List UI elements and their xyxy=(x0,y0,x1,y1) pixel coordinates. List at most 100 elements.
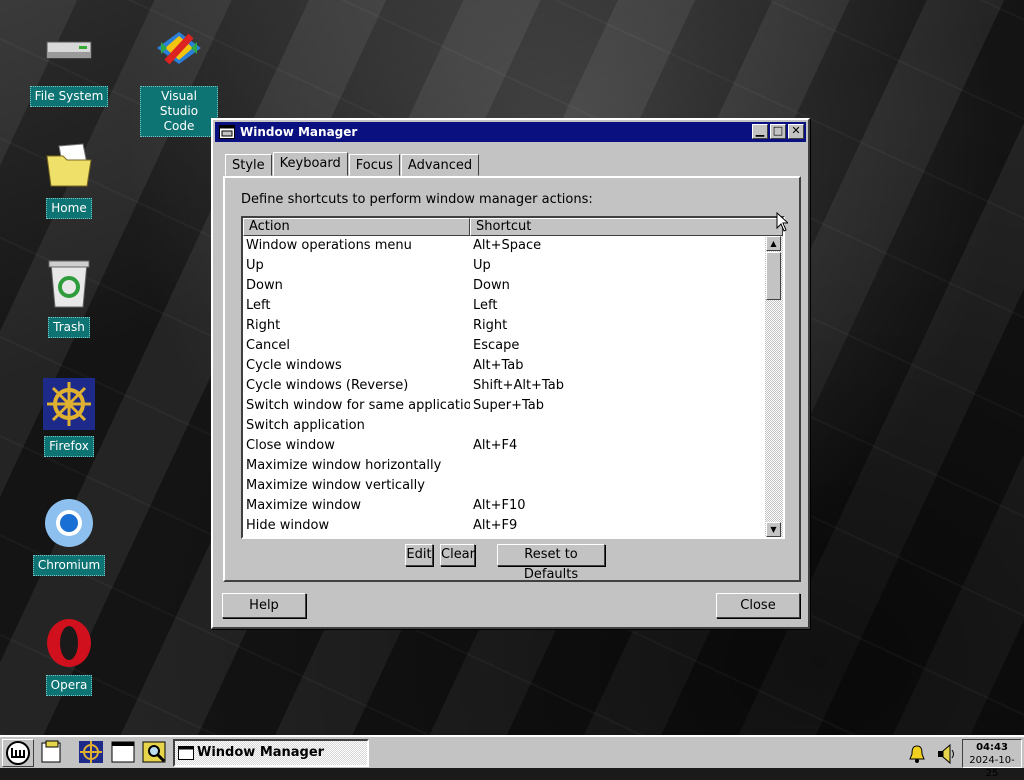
shortcut-cell: Left xyxy=(473,298,498,313)
shortcut-cell: Alt+Space xyxy=(473,238,542,253)
arrow-up-icon: ▲ xyxy=(770,239,777,248)
action-cell: Cycle windows xyxy=(246,358,342,373)
table-row[interactable]: Cancel Escape xyxy=(243,336,765,356)
start-menu-button[interactable] xyxy=(2,739,34,767)
desktop-icon-trash[interactable]: Trash xyxy=(24,259,114,338)
vscode-icon xyxy=(153,28,205,80)
chromium-icon xyxy=(43,497,95,549)
column-header-action[interactable]: Action xyxy=(243,218,470,236)
table-row[interactable]: Cycle windows Alt+Tab xyxy=(243,356,765,376)
clear-button[interactable]: Clear xyxy=(440,544,475,566)
desktop-icon-label: Firefox xyxy=(44,436,94,457)
action-cell: Close window xyxy=(246,438,335,453)
firefox-icon xyxy=(43,378,95,430)
maximize-icon: □ xyxy=(772,124,784,137)
maximize-button[interactable]: □ xyxy=(770,124,786,139)
shortcut-cell xyxy=(470,476,473,496)
desktop-icon-label: File System xyxy=(29,86,109,107)
desktop-icon-label: Visual Studio Code xyxy=(140,86,218,137)
shortcut-cell xyxy=(470,456,473,476)
table-row[interactable]: Switch window for same application Super+… xyxy=(243,396,765,416)
list-rows: Window operations menu Alt+Space Up Up Down D… xyxy=(243,236,765,537)
shortcut-cell: Up xyxy=(473,258,491,273)
tab-advanced[interactable]: Advanced xyxy=(400,154,480,176)
desktop-icon-firefox[interactable]: Firefox xyxy=(24,378,114,457)
title-bar[interactable]: Window Manager ▁ □ ✕ xyxy=(215,122,806,142)
mouse-cursor-icon xyxy=(776,211,790,236)
notification-button[interactable] xyxy=(902,739,932,768)
system-tray: 04:43 2024-10-25 xyxy=(902,739,1022,779)
table-row[interactable]: Cycle windows (Reverse) Shift+Alt+Tab xyxy=(243,376,765,396)
shortcut-cell: Down xyxy=(473,278,510,293)
launcher-files[interactable] xyxy=(37,739,65,767)
vertical-scrollbar[interactable]: ▲ ▼ xyxy=(765,236,783,537)
desktop-icon-label: Chromium xyxy=(32,555,106,576)
table-row[interactable]: Hide window Alt+F9 xyxy=(243,516,765,536)
panel-description: Define shortcuts to perform window manag… xyxy=(241,192,593,207)
desktop-icon-chromium[interactable]: Chromium xyxy=(24,497,114,576)
action-cell: Down xyxy=(246,278,283,293)
table-row[interactable]: Maximize window horizontally xyxy=(243,456,765,476)
desktop-icon-file-system[interactable]: File System xyxy=(24,28,114,107)
shortcut-cell: Escape xyxy=(473,338,520,353)
tab-style[interactable]: Style xyxy=(225,154,272,176)
browser-icon xyxy=(79,741,103,763)
action-cell: Switch application xyxy=(246,418,365,433)
taskbar-window-manager[interactable]: Window Manager xyxy=(173,739,369,767)
shortcuts-list: Action Shortcut Window operations menu Al… xyxy=(241,216,785,539)
action-cell: Maximize window vertically xyxy=(246,478,425,493)
bell-icon xyxy=(909,744,925,763)
tab-keyboard[interactable]: Keyboard xyxy=(272,152,348,176)
launcher-terminal[interactable] xyxy=(109,739,137,767)
table-row[interactable]: Maximize window Alt+F10 xyxy=(243,496,765,516)
scroll-up-button[interactable]: ▲ xyxy=(766,236,781,251)
scroll-thumb[interactable] xyxy=(766,252,781,300)
table-row[interactable]: Up Up xyxy=(243,256,765,276)
action-cell: Cycle windows (Reverse) xyxy=(246,378,409,393)
reset-to-defaults-button[interactable]: Reset to Defaults xyxy=(497,544,605,582)
action-cell: Left xyxy=(246,298,271,313)
action-cell: Maximize window xyxy=(246,498,362,513)
keyboard-panel: Define shortcuts to perform window manag… xyxy=(223,176,801,582)
edit-button[interactable]: Edit xyxy=(405,544,433,566)
table-row[interactable]: Switch application xyxy=(243,416,765,436)
tab-bar: Style Keyboard Focus Advanced xyxy=(225,152,480,176)
action-cell: Switch window for same application xyxy=(246,398,470,413)
file-manager-icon xyxy=(41,740,61,763)
minimize-icon: ▁ xyxy=(755,124,765,137)
trash-icon xyxy=(43,259,95,311)
list-header: Action Shortcut xyxy=(243,218,783,236)
close-window-button[interactable]: ✕ xyxy=(788,124,804,139)
help-button[interactable]: Help xyxy=(222,593,306,618)
launcher-browser[interactable] xyxy=(77,739,105,767)
table-row[interactable]: Down Down xyxy=(243,276,765,296)
desktop-icon-label: Opera xyxy=(45,675,93,696)
mint-logo-icon xyxy=(6,741,30,765)
opera-icon xyxy=(43,617,95,669)
clock-time: 04:43 xyxy=(976,742,1008,753)
shortcut-cell: Shift+Alt+Tab xyxy=(473,378,564,393)
table-row[interactable]: Maximize window vertically xyxy=(243,476,765,496)
column-header-shortcut[interactable]: Shortcut xyxy=(470,218,783,236)
window-icon xyxy=(111,741,135,763)
volume-button[interactable] xyxy=(932,739,962,768)
launcher-search[interactable] xyxy=(141,739,169,767)
table-row[interactable]: Right Right xyxy=(243,316,765,336)
desktop-icon-opera[interactable]: Opera xyxy=(24,617,114,696)
home-folder-icon xyxy=(43,140,95,192)
action-cell: Up xyxy=(246,258,264,273)
minimize-button[interactable]: ▁ xyxy=(752,124,768,139)
table-row[interactable]: Left Left xyxy=(243,296,765,316)
clock[interactable]: 04:43 2024-10-25 xyxy=(962,739,1022,779)
table-row[interactable]: Window operations menu Alt+Space xyxy=(243,236,765,256)
table-row[interactable]: Close window Alt+F4 xyxy=(243,436,765,456)
window-app-icon xyxy=(219,125,235,139)
taskbar-task-label: Window Manager xyxy=(197,745,325,760)
clock-date: 2024-10-25 xyxy=(969,755,1015,779)
search-icon xyxy=(142,741,166,763)
desktop-icon-home[interactable]: Home xyxy=(24,140,114,219)
scroll-down-button[interactable]: ▼ xyxy=(766,522,781,537)
shortcut-cell: Alt+F9 xyxy=(473,518,518,533)
close-button[interactable]: Close xyxy=(716,593,800,618)
tab-focus[interactable]: Focus xyxy=(348,154,400,176)
